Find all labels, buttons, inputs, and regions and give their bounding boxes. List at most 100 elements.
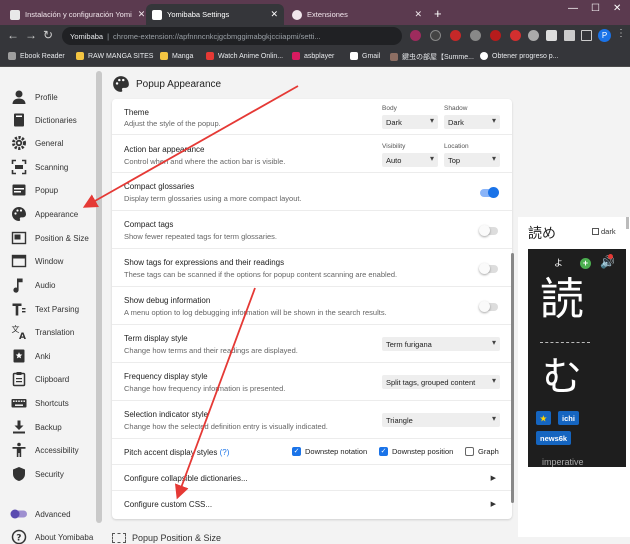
side-panel-icon[interactable] [581, 30, 592, 41]
dark-mode-checkbox[interactable]: dark [592, 227, 616, 236]
setting-title: Term display style [124, 334, 188, 343]
sidebar-item-anki[interactable]: Anki [10, 346, 51, 366]
back-button[interactable]: ← [7, 28, 19, 42]
extension-icon[interactable] [528, 30, 539, 41]
setting-row-collapsible-dictionaries[interactable]: Configure collapsible dictionaries... ▶ [112, 465, 512, 491]
bookmark-item[interactable]: RAW MANGA SITES [76, 52, 153, 60]
add-note-icon[interactable]: + [580, 258, 591, 269]
graph-checkbox[interactable]: Graph [465, 447, 499, 456]
bookmark-item[interactable]: Manga [160, 52, 193, 60]
menu-icon[interactable]: ⋮ [616, 28, 626, 39]
extension-icon[interactable] [450, 30, 461, 41]
sidebar-item-translation[interactable]: 文A Translation [10, 322, 75, 342]
content-scrollbar[interactable] [511, 253, 514, 503]
sidebar-item-label: Popup [35, 185, 59, 195]
setting-description: Show fewer repeated tags for term glossa… [124, 232, 277, 241]
term-display-select[interactable]: Term furigana [382, 337, 500, 351]
bookmark-item[interactable]: Watch Anime Onlin... [206, 52, 283, 60]
address-bar[interactable]: Yomibaba | chrome-extension://apfnnncnkc… [62, 27, 402, 45]
sidebar-item-appearance[interactable]: Appearance [10, 204, 78, 224]
extension-icon[interactable] [490, 30, 501, 41]
extension-icon[interactable] [510, 30, 521, 41]
sidebar-item-dictionaries[interactable]: Dictionaries [10, 110, 77, 130]
puzzle-icon[interactable] [546, 30, 557, 41]
location-select[interactable]: Top [444, 153, 500, 167]
sidebar-item-label: Position & Size [35, 233, 89, 243]
reload-button[interactable]: ↻ [43, 28, 53, 42]
close-tab-icon[interactable]: ✕ [408, 9, 422, 20]
close-window-button[interactable]: ✕ [613, 3, 621, 14]
sidebar-item-label: Security [35, 469, 64, 479]
shadow-theme-select[interactable]: Dark [444, 115, 500, 129]
extension-icon[interactable] [410, 30, 421, 41]
checkbox-checked-icon: ✓ [292, 447, 301, 456]
body-label: Body [382, 105, 397, 112]
compact-tags-toggle[interactable] [479, 225, 498, 236]
checkbox-unchecked-icon [465, 447, 474, 456]
tab-yomibaba-settings[interactable]: Yomibaba Settings ✕ [146, 4, 284, 25]
sidebar-scrollbar[interactable] [96, 71, 102, 523]
sidebar-item-advanced[interactable]: Advanced [10, 504, 71, 524]
preview-part-of-speech: imperative [542, 457, 584, 467]
preview-tag-ichi: ichi [558, 411, 579, 425]
sidebar-item-about[interactable]: ? About Yomibaba [10, 527, 93, 544]
preview-kanji: 読 [540, 274, 584, 325]
scan-icon [10, 158, 28, 176]
sidebar-item-window[interactable]: Window [10, 251, 63, 271]
close-tab-icon[interactable]: ✕ [264, 9, 278, 20]
close-tab-icon[interactable]: ✕ [132, 9, 144, 20]
sidebar-item-text-parsing[interactable]: Text Parsing [10, 299, 79, 319]
maximize-button[interactable]: ☐ [591, 3, 600, 14]
sidebar-item-accessibility[interactable]: Accessibility [10, 440, 79, 460]
bookmark-item[interactable]: Obtener progreso p... [480, 52, 559, 60]
audio-play-icon[interactable]: 🔊 [600, 254, 615, 269]
bookmark-item[interactable]: 鍵虫の部屋【Summe... [390, 52, 474, 62]
help-link[interactable]: (?) [220, 448, 230, 457]
body-theme-select[interactable]: Dark [382, 115, 438, 129]
extension-icon[interactable] [470, 30, 481, 41]
profile-avatar[interactable]: P [598, 29, 611, 42]
compact-glossaries-toggle[interactable] [480, 187, 499, 198]
setting-row-custom-css[interactable]: Configure custom CSS... ▶ [112, 491, 512, 517]
tab-extensions[interactable]: Extensiones ✕ [286, 4, 428, 25]
minimize-button[interactable]: — [568, 3, 578, 14]
sidebar-item-label: Backup [35, 422, 62, 432]
sidebar-item-audio[interactable]: Audio [10, 275, 55, 295]
sidebar-item-security[interactable]: Security [10, 464, 64, 484]
bookmark-item[interactable]: Gmail [350, 52, 380, 60]
visibility-select[interactable]: Auto [382, 153, 438, 167]
extension-icon[interactable] [430, 30, 441, 41]
setting-row-show-tags: Show tags for expressions and their read… [112, 249, 512, 287]
bookmark-item[interactable]: Ebook Reader [8, 52, 65, 60]
sidebar-item-label: Text Parsing [35, 304, 80, 314]
reading-list-icon[interactable] [564, 30, 575, 41]
downstep-notation-checkbox[interactable]: ✓ Downstep notation [292, 447, 367, 456]
preview-scrollbar[interactable] [626, 217, 629, 229]
tab-favicon-icon [152, 9, 162, 20]
selection-indicator-select[interactable]: Triangle [382, 413, 500, 427]
tab-installation[interactable]: Instalación y configuración Yomi ✕ [4, 4, 144, 25]
sidebar-item-general[interactable]: General [10, 133, 63, 153]
sidebar-item-label: Dictionaries [35, 115, 77, 125]
setting-title: Configure custom CSS... [124, 500, 213, 509]
sidebar-item-clipboard[interactable]: Clipboard [10, 369, 69, 389]
setting-row-pitch-accent: Pitch accent display styles (?) ✓ Downste… [112, 439, 512, 465]
sidebar-item-backup[interactable]: Backup [10, 417, 62, 437]
sidebar-item-profile[interactable]: Profile [10, 87, 58, 107]
audio-status-dot [608, 254, 613, 259]
setting-title: Action bar appearance [124, 145, 205, 154]
preview-kana: む [542, 354, 582, 400]
sidebar-item-scanning[interactable]: Scanning [10, 157, 68, 177]
sidebar-item-shortcuts[interactable]: Shortcuts [10, 393, 69, 413]
new-tab-button[interactable]: + [434, 6, 442, 21]
sidebar-item-popup[interactable]: Popup [10, 180, 58, 200]
sidebar-item-position-size[interactable]: Position & Size [10, 228, 89, 248]
bookmark-item[interactable]: asbplayer [292, 52, 334, 60]
debug-info-toggle[interactable] [479, 301, 498, 312]
bookmark-label: Gmail [362, 52, 381, 60]
show-tags-toggle[interactable] [479, 263, 498, 274]
bookmark-label: 鍵虫の部屋【Summe... [402, 54, 474, 61]
forward-button[interactable]: → [25, 28, 37, 42]
frequency-display-select[interactable]: Split tags, grouped content [382, 375, 500, 389]
downstep-position-checkbox[interactable]: ✓ Downstep position [379, 447, 453, 456]
